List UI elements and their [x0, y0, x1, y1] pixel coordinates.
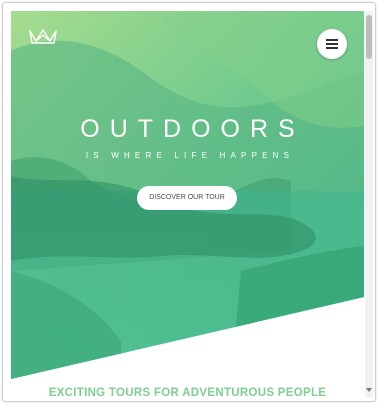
- hero-subtitle: IS WHERE LIFE HAPPENS: [85, 151, 295, 160]
- scroll-down-arrow-icon[interactable]: [366, 388, 372, 392]
- menu-button[interactable]: [317, 29, 347, 59]
- discover-tour-button[interactable]: DISCOVER OUR TOUR: [137, 186, 237, 210]
- hamburger-menu-icon-bar: [326, 43, 338, 45]
- page-viewport: OUTDOORS IS WHERE LIFE HAPPENS DISCOVER …: [11, 11, 364, 397]
- crown-icon[interactable]: [28, 27, 58, 45]
- hero-title: OUTDOORS: [80, 115, 305, 143]
- scrollbar-thumb[interactable]: [366, 15, 372, 59]
- hamburger-menu-icon-bar: [326, 47, 338, 49]
- hero-header: OUTDOORS IS WHERE LIFE HAPPENS DISCOVER …: [11, 11, 364, 379]
- browser-frame: OUTDOORS IS WHERE LIFE HAPPENS DISCOVER …: [2, 2, 376, 402]
- section-title: EXCITING TOURS FOR ADVENTUROUS PEOPLE: [48, 387, 327, 397]
- hamburger-menu-icon: [326, 39, 338, 41]
- vertical-scrollbar[interactable]: [365, 11, 373, 397]
